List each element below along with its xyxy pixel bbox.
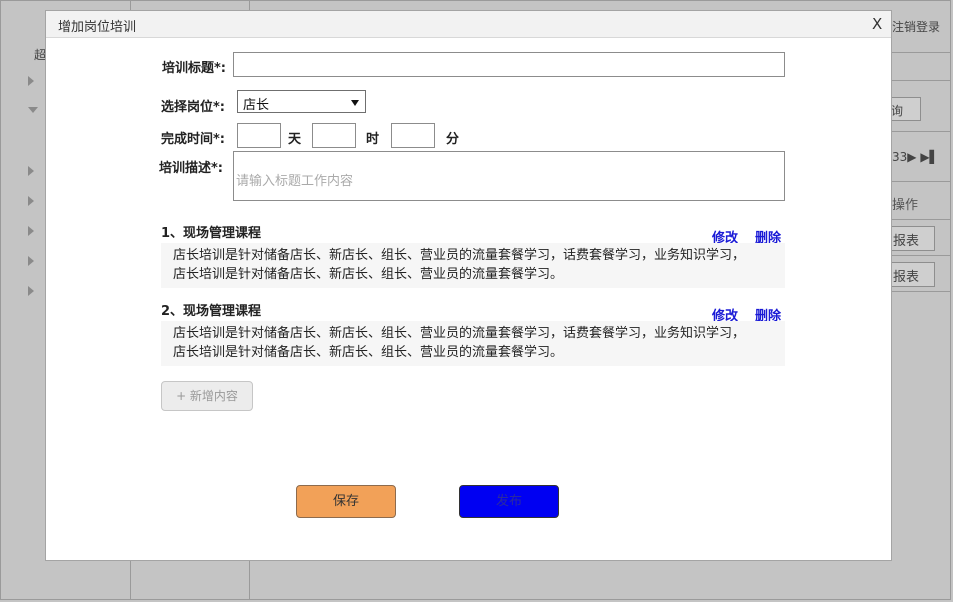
position-label: 选择岗位*: <box>161 100 225 115</box>
section-content-line: 店长培训是针对储备店长、新店长、组长、营业员的流量套餐学习，话费套餐学习，业务知… <box>173 326 746 341</box>
divider <box>890 255 950 256</box>
days-unit: 天 <box>288 132 302 147</box>
add-content-button[interactable]: + 新增内容 <box>161 381 253 411</box>
section-title: 2、现场管理课程 <box>161 304 262 319</box>
hours-unit: 时 <box>366 132 380 147</box>
close-button[interactable]: X <box>872 15 882 33</box>
position-select[interactable]: 店长 <box>237 90 366 113</box>
query-button: 询 <box>890 97 921 121</box>
expand-arrow-icon <box>28 76 34 86</box>
add-position-training-dialog: 增加岗位培训 X 培训标题*: 选择岗位*: 店长 完成时间*: 天 时 分 培… <box>45 10 892 561</box>
divider <box>890 80 950 81</box>
expand-arrow-icon <box>28 166 34 176</box>
dialog-title: 增加岗位培训 <box>58 20 137 35</box>
section-title: 1、现场管理课程 <box>161 226 262 241</box>
save-button[interactable]: 保存 <box>296 485 396 518</box>
expand-arrow-icon <box>28 256 34 266</box>
operation-column-header: 操作 <box>892 198 919 213</box>
expand-arrow-icon <box>28 226 34 236</box>
divider <box>890 131 950 132</box>
divider <box>890 181 950 182</box>
section-content-line: 店长培训是针对储备店长、新店长、组长、营业员的流量套餐学习，话费套餐学习，业务知… <box>173 248 746 263</box>
report-button: 报表 <box>890 262 935 287</box>
position-selected-value: 店长 <box>243 98 270 113</box>
minutes-unit: 分 <box>446 132 460 147</box>
divider <box>890 291 950 292</box>
report-button: 报表 <box>890 226 935 251</box>
section-content: 店长培训是针对储备店长、新店长、组长、营业员的流量套餐学习，话费套餐学习，业务知… <box>161 321 785 366</box>
dialog-header: 增加岗位培训 X <box>46 11 891 38</box>
logout-link: 注销登录 <box>892 20 941 34</box>
divider <box>890 52 950 53</box>
publish-button[interactable]: 发布 <box>459 485 559 518</box>
section-content-line: 店长培训是针对储备店长、新店长、组长、营业员的流量套餐学习。 <box>173 267 564 282</box>
expand-arrow-icon <box>28 196 34 206</box>
description-label: 培训描述*: <box>159 161 223 176</box>
description-textarea[interactable]: 请输入标题工作内容 <box>233 151 785 201</box>
description-placeholder: 请输入标题工作内容 <box>236 174 354 189</box>
training-title-label: 培训标题*: <box>162 61 226 76</box>
section-content-line: 店长培训是针对储备店长、新店长、组长、营业员的流量套餐学习。 <box>173 345 564 360</box>
section-content: 店长培训是针对储备店长、新店长、组长、营业员的流量套餐学习，话费套餐学习，业务知… <box>161 243 785 288</box>
expand-arrow-icon <box>28 286 34 296</box>
minutes-input[interactable] <box>391 123 435 148</box>
hours-input[interactable] <box>312 123 356 148</box>
dropdown-caret-icon <box>351 100 359 106</box>
training-title-input[interactable] <box>233 52 785 77</box>
days-input[interactable] <box>237 123 281 148</box>
collapse-arrow-icon <box>28 107 38 113</box>
pager: 33▶ ▶▌ <box>892 150 939 164</box>
divider <box>890 219 950 220</box>
completion-time-label: 完成时间*: <box>161 132 225 147</box>
